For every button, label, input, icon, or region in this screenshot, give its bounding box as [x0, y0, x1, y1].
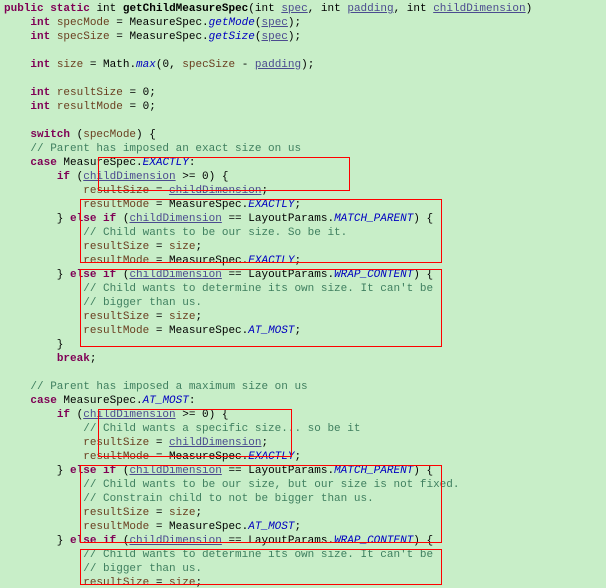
kw-public-static: public static [4, 3, 90, 15]
code-block: public static int getChildMeasureSpec(in… [0, 0, 606, 588]
method-name: getChildMeasureSpec [123, 3, 248, 15]
comment: // Parent has imposed an exact size on u… [30, 143, 301, 155]
